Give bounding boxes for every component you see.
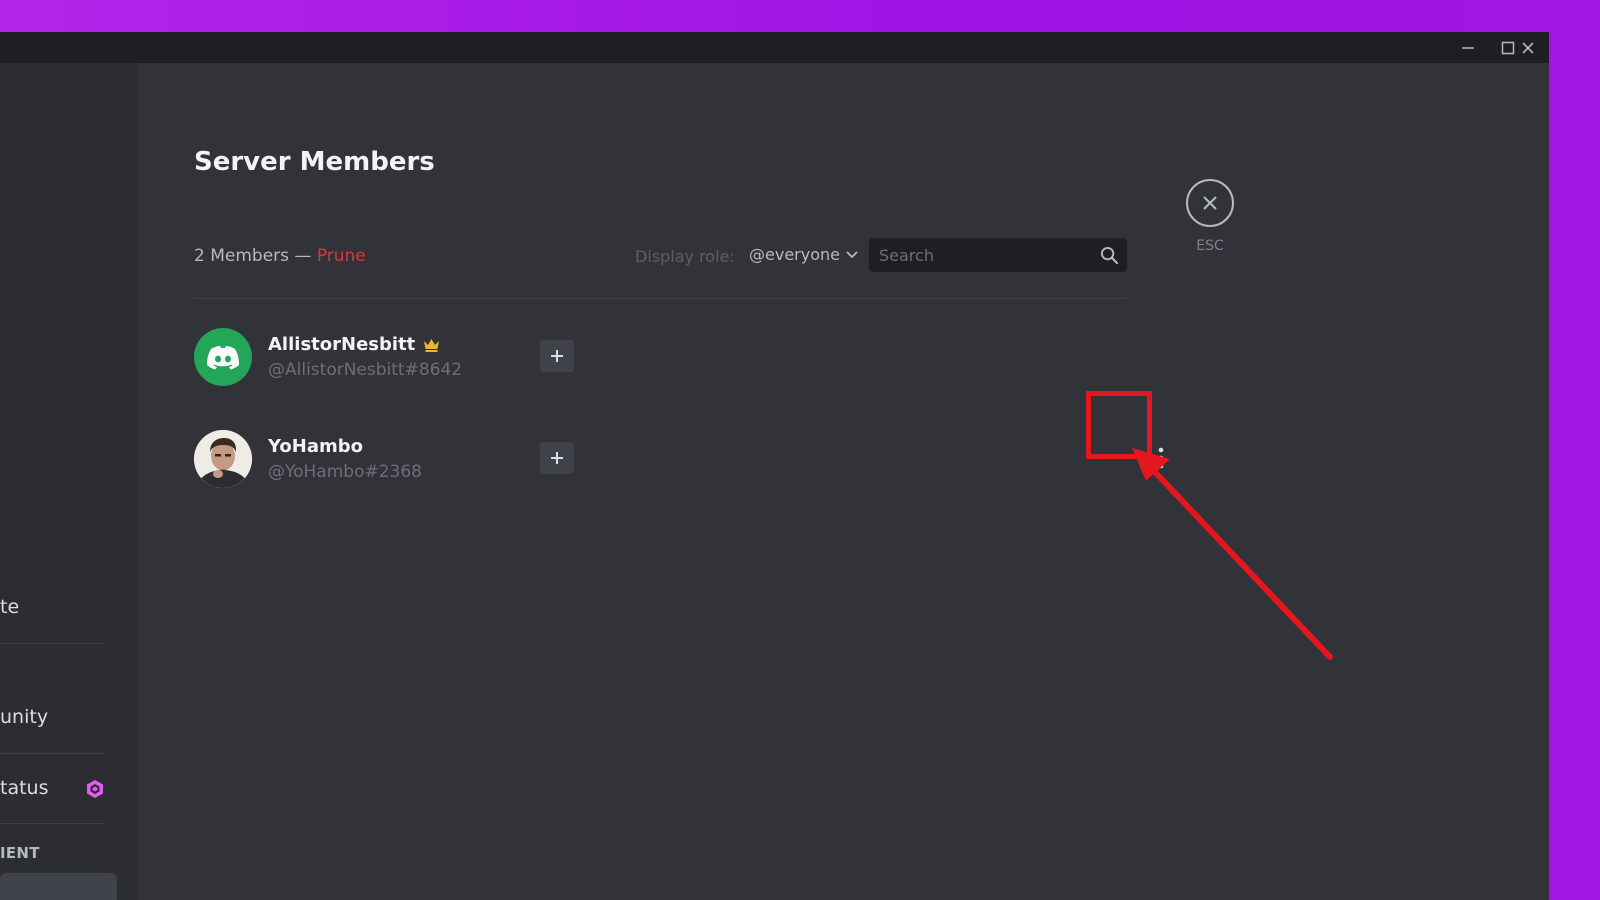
search-input[interactable] bbox=[869, 238, 1113, 272]
members-count: 2 Members — Prune bbox=[194, 246, 366, 266]
member-row[interactable]: YoHambo @YoHambo#2368 bbox=[194, 430, 1164, 490]
sidebar-item-invite[interactable]: te bbox=[0, 596, 19, 618]
annotation-arrow-icon bbox=[1132, 448, 1333, 660]
sidebar-divider bbox=[0, 753, 104, 754]
role-filter-dropdown[interactable]: @everyone bbox=[749, 245, 858, 264]
member-tag: @AllistorNesbitt#8642 bbox=[268, 360, 463, 380]
discord-logo-icon bbox=[207, 346, 239, 370]
sidebar-divider bbox=[0, 643, 104, 644]
minimize-icon bbox=[1462, 46, 1474, 49]
user-photo-icon bbox=[194, 430, 252, 488]
members-count-text: 2 Members — bbox=[194, 246, 312, 266]
crown-icon bbox=[424, 338, 440, 352]
close-settings-button[interactable] bbox=[1186, 179, 1234, 227]
role-filter-value: @everyone bbox=[749, 245, 840, 264]
title-bar bbox=[0, 32, 1549, 63]
member-row[interactable]: AllistorNesbitt @AllistorNesbitt#8642 bbox=[194, 328, 1134, 388]
page-title: Server Members bbox=[194, 147, 435, 177]
avatar[interactable] bbox=[194, 328, 252, 386]
sidebar-item-boost-status[interactable]: tatus bbox=[0, 777, 48, 799]
plus-icon bbox=[551, 452, 563, 464]
member-tag: @YoHambo#2368 bbox=[268, 462, 422, 482]
add-role-button[interactable] bbox=[540, 340, 574, 372]
member-name: AllistorNesbitt bbox=[268, 334, 440, 355]
avatar[interactable] bbox=[194, 430, 252, 488]
member-search bbox=[869, 238, 1127, 272]
close-window-icon bbox=[1522, 41, 1534, 54]
add-role-button[interactable] bbox=[540, 442, 574, 474]
sidebar-section-label: IENT bbox=[0, 844, 40, 862]
search-icon bbox=[1100, 246, 1119, 265]
minimize-button[interactable] bbox=[1448, 32, 1488, 63]
nitro-boost-icon bbox=[87, 780, 103, 798]
settings-sidebar: te unity tatus IENT bbox=[0, 63, 138, 900]
close-icon bbox=[1203, 196, 1217, 210]
plus-icon bbox=[551, 350, 563, 362]
member-name: YoHambo bbox=[268, 436, 363, 457]
member-name-text: AllistorNesbitt bbox=[268, 334, 416, 355]
prune-link[interactable]: Prune bbox=[317, 246, 366, 266]
header-divider bbox=[194, 298, 1126, 299]
member-name-text: YoHambo bbox=[268, 436, 363, 457]
sidebar-item-selected[interactable] bbox=[0, 873, 117, 900]
close-window-button[interactable] bbox=[1508, 32, 1548, 63]
esc-label: ESC bbox=[1196, 238, 1224, 254]
sidebar-item-community[interactable]: unity bbox=[0, 706, 48, 728]
display-role-label: Display role: bbox=[635, 247, 735, 266]
chevron-down-icon bbox=[846, 250, 858, 258]
sidebar-divider bbox=[0, 823, 104, 824]
